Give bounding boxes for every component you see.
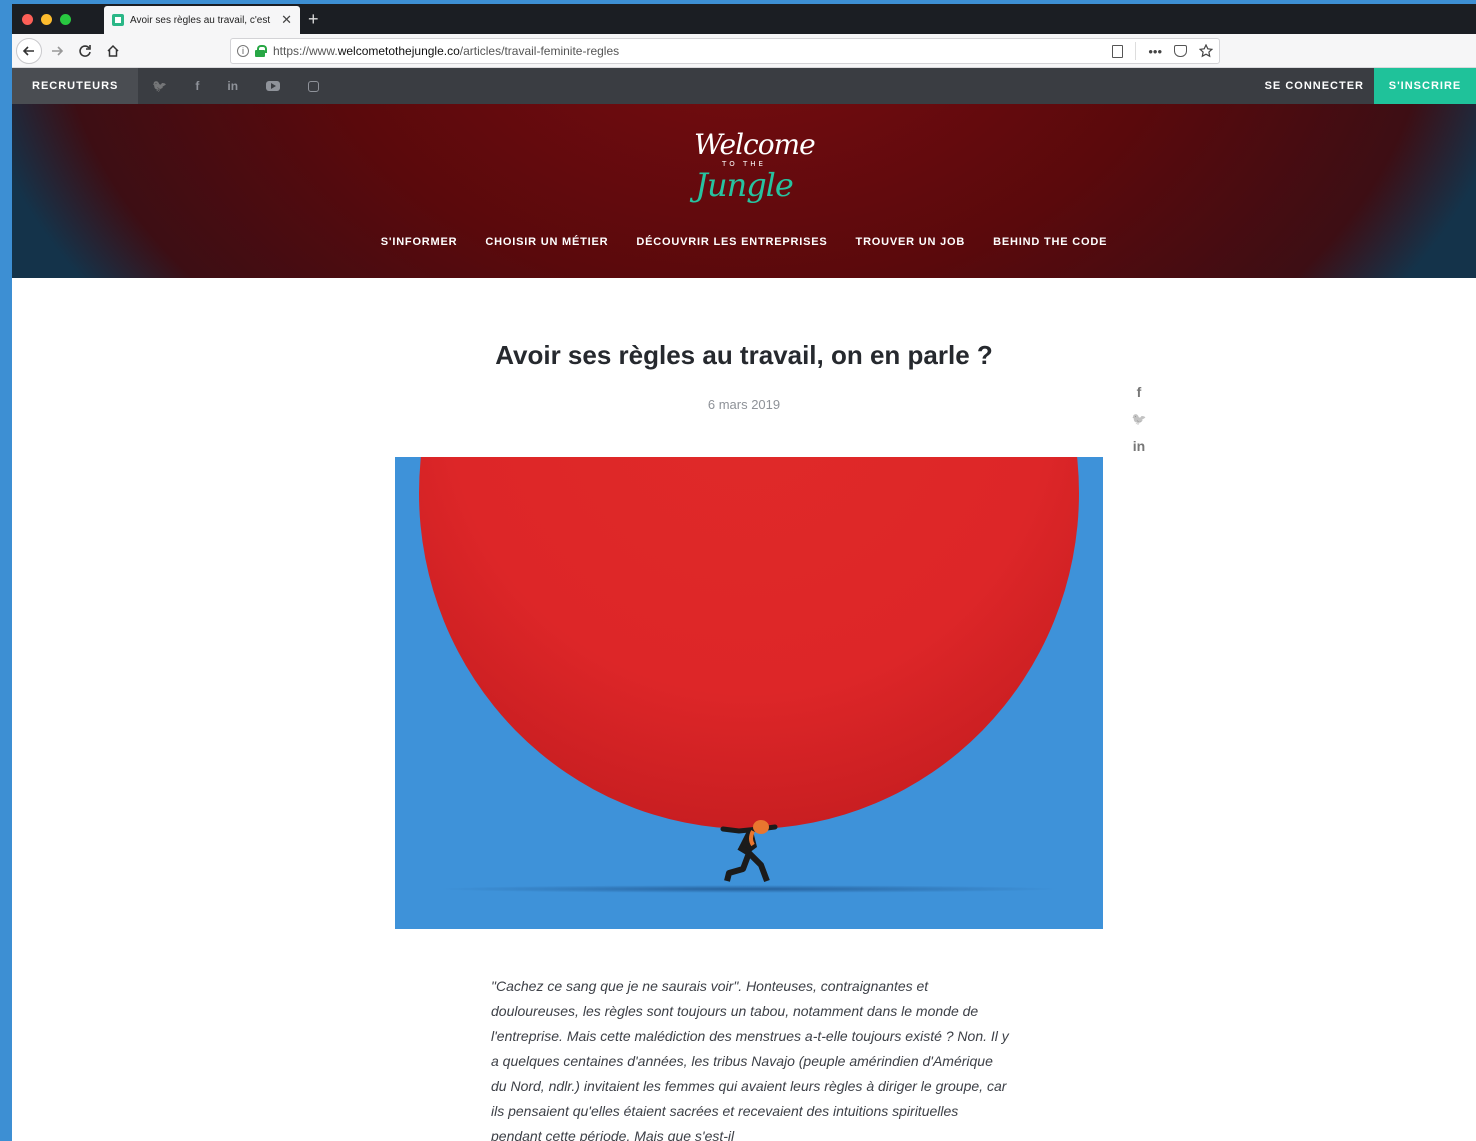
info-icon[interactable]: i [237, 45, 249, 57]
nav-item-sinformer[interactable]: S'INFORMER [381, 236, 458, 248]
divider [1135, 42, 1137, 60]
login-link[interactable]: SE CONNECTER [1265, 68, 1364, 104]
main-nav: S'INFORMER CHOISIR UN MÉTIER DÉCOUVRIR L… [12, 236, 1476, 248]
home-button[interactable] [100, 38, 126, 64]
bookmark-star-icon[interactable] [1199, 44, 1213, 58]
url-path: /articles/travail-feminite-regles [459, 44, 620, 58]
red-ball-illustration [419, 457, 1079, 829]
tab-bar: Avoir ses règles au travail, c'est ✕ + [12, 4, 1476, 34]
home-icon [107, 44, 119, 57]
minimize-window-button[interactable] [41, 14, 52, 25]
article-intro: "Cachez ce sang que je ne saurais voir".… [491, 978, 1009, 1141]
arrow-right-icon [52, 45, 64, 56]
youtube-icon[interactable] [266, 81, 281, 91]
instagram-icon[interactable] [308, 80, 320, 92]
reload-button[interactable] [72, 38, 98, 64]
new-tab-button[interactable]: + [308, 9, 319, 30]
forward-button[interactable] [44, 38, 70, 64]
lock-icon[interactable] [255, 45, 267, 57]
share-buttons: f 🐦 in [1132, 384, 1147, 454]
browser-toolbar: i https://www.welcometothejungle.co/arti… [12, 34, 1476, 68]
logo-line-jungle: Jungle [695, 166, 794, 204]
nav-item-trouver-un-job[interactable]: TROUVER UN JOB [856, 236, 966, 248]
url-text[interactable]: https://www.welcometothejungle.co/articl… [273, 44, 1112, 58]
reload-icon [79, 44, 91, 57]
tab-title: Avoir ses règles au travail, c'est [130, 14, 271, 26]
site-top-bar: RECRUTEURS 🐦 f in SE CONNECTER S'INSCRIR… [12, 68, 1476, 104]
browser-window: Avoir ses règles au travail, c'est ✕ + i… [12, 4, 1476, 1141]
recruteurs-link[interactable]: RECRUTEURS [12, 68, 139, 104]
article-date: 6 mars 2019 [707, 397, 781, 412]
maximize-window-button[interactable] [60, 14, 71, 25]
pocket-icon[interactable] [1174, 45, 1187, 57]
url-host: welcometothejungle.co [337, 44, 460, 58]
nav-item-behind-the-code[interactable]: BEHIND THE CODE [993, 236, 1107, 248]
social-links: 🐦 f in [152, 79, 320, 93]
share-twitter-icon[interactable]: 🐦 [1132, 412, 1147, 426]
nav-item-decouvrir-les-entreprises[interactable]: DÉCOUVRIR LES ENTREPRISES [636, 236, 827, 248]
woman-figure-illustration [720, 820, 778, 883]
logo-line-welcome: Welcome [694, 128, 816, 161]
browser-tab[interactable]: Avoir ses règles au travail, c'est ✕ [104, 6, 300, 34]
article-hero-image [395, 457, 1103, 929]
site-favicon-icon [112, 14, 124, 26]
site-logo[interactable]: Welcome TO THE Jungle [694, 128, 816, 218]
url-prefix: https://www. [273, 44, 338, 58]
arrow-left-icon [22, 45, 34, 56]
share-facebook-icon[interactable]: f [1137, 384, 1142, 400]
close-window-button[interactable] [22, 14, 33, 25]
facebook-icon[interactable]: f [195, 79, 199, 93]
share-linkedin-icon[interactable]: in [1133, 438, 1145, 454]
address-bar-actions: ••• [1112, 42, 1213, 60]
linkedin-icon[interactable]: in [227, 79, 238, 93]
address-bar[interactable]: i https://www.welcometothejungle.co/arti… [230, 38, 1220, 64]
tab-close-icon[interactable]: ✕ [281, 12, 292, 28]
twitter-icon[interactable]: 🐦 [152, 79, 167, 93]
back-button[interactable] [16, 37, 42, 64]
nav-item-choisir-un-metier[interactable]: CHOISIR UN MÉTIER [485, 236, 608, 248]
window-controls [22, 14, 71, 25]
site-header: Welcome TO THE Jungle S'INFORMER CHOISIR… [12, 104, 1476, 278]
reader-view-icon[interactable] [1112, 44, 1124, 58]
signup-button[interactable]: S'INSCRIRE [1374, 68, 1476, 104]
more-actions-button[interactable]: ••• [1148, 44, 1162, 59]
article-title: Avoir ses règles au travail, on en parle… [495, 340, 993, 370]
